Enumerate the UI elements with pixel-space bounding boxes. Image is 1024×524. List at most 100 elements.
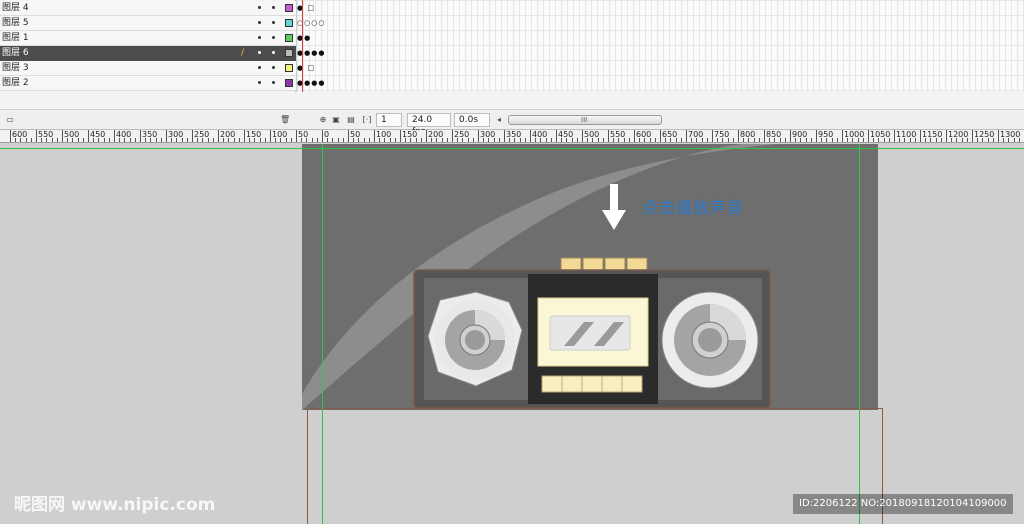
ruler-minor-tick <box>462 138 464 142</box>
new-folder-icon[interactable]: ▭ <box>2 114 18 125</box>
ruler-minor-tick <box>223 138 225 142</box>
ruler-minor-tick <box>935 138 937 142</box>
visibility-toggle-icon[interactable] <box>258 66 261 69</box>
pasteboard: 点击播放声音 <box>0 144 1024 524</box>
ruler-minor-tick <box>925 138 927 142</box>
center-frame-icon[interactable]: ⊕ <box>318 114 328 125</box>
ruler-minor-tick <box>691 138 693 142</box>
ruler-minor-tick <box>680 138 682 142</box>
outline-color-swatch[interactable] <box>285 49 293 57</box>
cassette-window <box>537 297 649 367</box>
ruler-minor-tick <box>987 138 989 142</box>
ruler-minor-tick <box>259 138 261 142</box>
ruler-minor-tick <box>904 138 906 142</box>
ruler-tick <box>608 130 609 142</box>
ruler-minor-tick <box>618 138 620 142</box>
ruler-tick <box>62 130 63 142</box>
lock-toggle-icon[interactable] <box>272 6 275 9</box>
lock-toggle-icon[interactable] <box>272 36 275 39</box>
layer-row[interactable]: 图层 6 / <box>0 46 296 61</box>
ruler-minor-tick <box>483 138 485 142</box>
ruler-minor-tick <box>420 138 422 142</box>
guide-vertical-left[interactable] <box>322 144 323 524</box>
ruler-minor-tick <box>649 138 651 142</box>
ruler-tick <box>478 130 479 142</box>
guide-horizontal[interactable] <box>0 148 1024 149</box>
trash-icon[interactable]: 🗑 <box>280 114 290 125</box>
outline-color-swatch[interactable] <box>285 64 293 72</box>
ruler-minor-tick <box>332 138 334 142</box>
ruler-minor-tick <box>639 138 641 142</box>
ruler-minor-tick <box>150 138 152 142</box>
visibility-toggle-icon[interactable] <box>258 36 261 39</box>
ruler-minor-tick <box>363 138 365 142</box>
ruler-minor-tick <box>675 138 677 142</box>
timeline-scrollbar[interactable]: III <box>508 115 662 125</box>
ruler-tick <box>582 130 583 142</box>
ruler-minor-tick <box>758 138 760 142</box>
pencil-icon: / <box>241 48 245 58</box>
ruler-minor-tick <box>389 138 391 142</box>
ruler-minor-tick <box>701 138 703 142</box>
layer-row[interactable]: 图层 4 <box>0 1 296 16</box>
lock-toggle-icon[interactable] <box>272 51 275 54</box>
ruler-minor-tick <box>186 138 188 142</box>
onion-outline-icon[interactable]: ▤ <box>346 114 356 125</box>
visibility-toggle-icon[interactable] <box>258 81 261 84</box>
ruler-minor-tick <box>197 138 199 142</box>
ruler-minor-tick <box>696 138 698 142</box>
outline-color-swatch[interactable] <box>285 79 293 87</box>
fps-field[interactable]: 24.0 fps <box>407 113 451 137</box>
frame-grid[interactable] <box>297 0 1024 92</box>
ruler-minor-tick <box>384 138 386 142</box>
visibility-toggle-icon[interactable] <box>258 21 261 24</box>
scroll-left-icon[interactable]: ◂ <box>497 114 501 125</box>
layer-row[interactable]: 图层 1 <box>0 31 296 46</box>
ruler-minor-tick <box>285 138 287 142</box>
ruler-tick <box>10 130 11 142</box>
ruler-minor-tick <box>56 138 58 142</box>
ruler-minor-tick <box>410 138 412 142</box>
ruler-minor-tick <box>571 138 573 142</box>
timeline-spacer <box>0 92 1024 110</box>
ruler-minor-tick <box>311 138 313 142</box>
ruler-minor-tick <box>613 138 615 142</box>
timeline-controls: ▭ 🗑 ⊕ ▣ ▤ [·] 1 24.0 fps 0.0s ◂ III <box>0 110 1024 137</box>
ruler-minor-tick <box>561 138 563 142</box>
outline-color-swatch[interactable] <box>285 4 293 12</box>
ruler-minor-tick <box>982 138 984 142</box>
current-frame-field[interactable]: 1 <box>376 113 402 127</box>
ruler-minor-tick <box>108 138 110 142</box>
guide-vertical-right[interactable] <box>859 144 860 524</box>
radio-buttons[interactable] <box>560 257 648 271</box>
lock-toggle-icon[interactable] <box>272 81 275 84</box>
ruler-minor-tick <box>145 138 147 142</box>
lock-toggle-icon[interactable] <box>272 66 275 69</box>
ruler-tick <box>764 130 765 142</box>
ruler-tick <box>920 130 921 142</box>
ruler-minor-tick <box>103 138 105 142</box>
lock-toggle-icon[interactable] <box>272 21 275 24</box>
onion-skin-icon[interactable]: ▣ <box>331 114 341 125</box>
ruler-minor-tick <box>212 138 214 142</box>
layer-row[interactable]: 图层 5 <box>0 16 296 31</box>
ruler-minor-tick <box>914 138 916 142</box>
scrollbar-grip[interactable]: III <box>581 116 587 124</box>
ruler-minor-tick <box>899 138 901 142</box>
ruler-minor-tick <box>1018 138 1020 142</box>
edit-multiple-frames-icon[interactable]: [·] <box>362 114 372 125</box>
outline-color-swatch[interactable] <box>285 19 293 27</box>
ruler-minor-tick <box>171 138 173 142</box>
layer-row[interactable]: 图层 3 <box>0 61 296 76</box>
ruler-tick <box>192 130 193 142</box>
ruler-minor-tick <box>472 138 474 142</box>
ruler-minor-tick <box>264 138 266 142</box>
visibility-toggle-icon[interactable] <box>258 6 261 9</box>
ruler-minor-tick <box>342 138 344 142</box>
play-sound-hint[interactable]: 点击播放声音 <box>642 194 744 218</box>
ruler-minor-tick <box>992 138 994 142</box>
layer-row[interactable]: 图层 2 <box>0 76 296 91</box>
ruler-minor-tick <box>597 138 599 142</box>
visibility-toggle-icon[interactable] <box>258 51 261 54</box>
outline-color-swatch[interactable] <box>285 34 293 42</box>
